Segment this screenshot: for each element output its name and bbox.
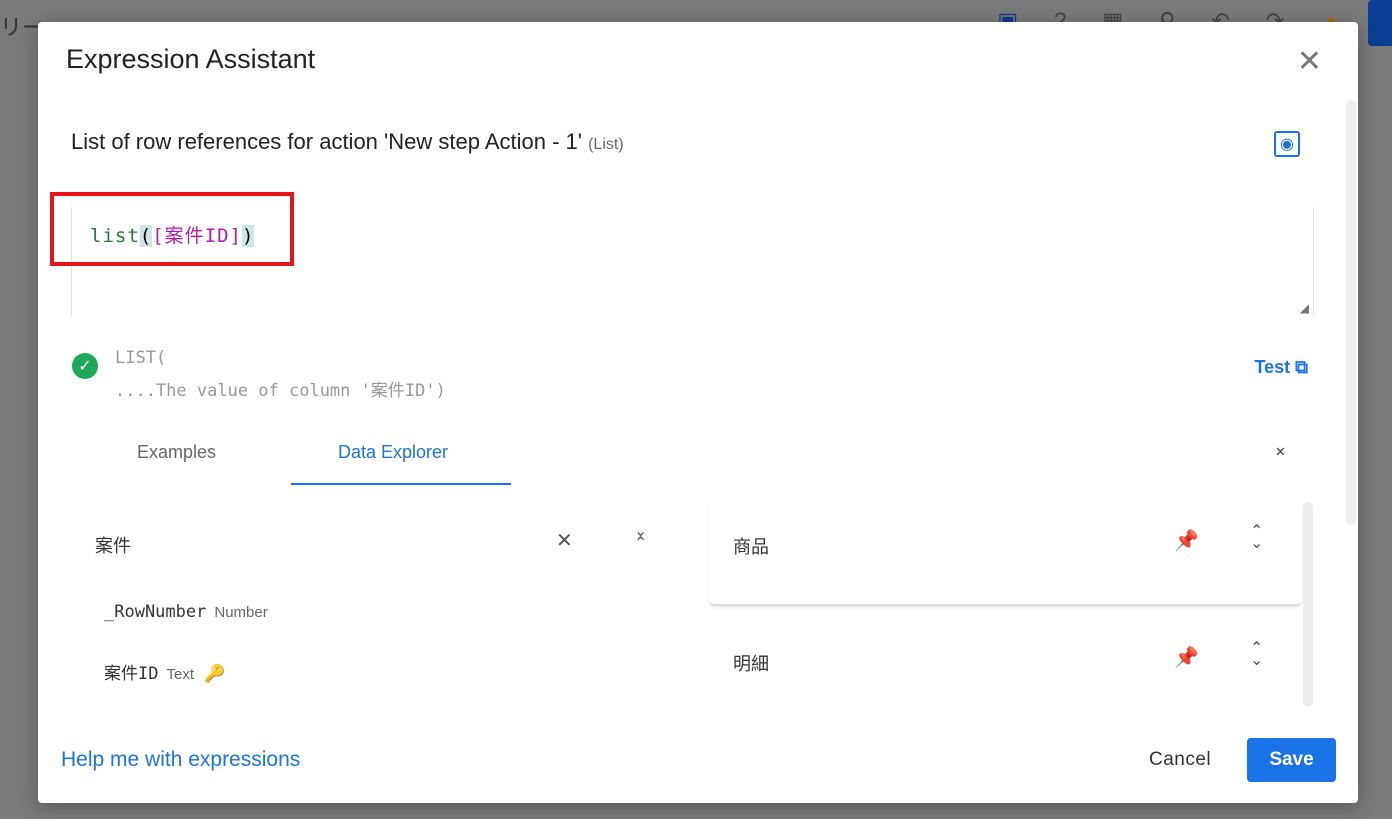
test-label: Test [1254,357,1291,377]
field-name: 案件ID [104,664,159,684]
expand-table-icon[interactable]: ⌃ ⌄ [1250,524,1263,552]
tab-examples[interactable]: Examples [137,442,216,463]
context-type: (List) [588,136,624,153]
expand-table-icon[interactable]: ⌃ ⌄ [1250,641,1263,669]
pin-icon[interactable]: 📌 [1174,528,1199,553]
table-name-meisai[interactable]: 明細 [733,650,769,676]
table-name-shohin[interactable]: 商品 [733,533,769,559]
test-button[interactable]: Test ⧉ [1254,357,1308,378]
explorer-scrollbar[interactable] [1303,502,1313,707]
table-card-shohin [709,502,1302,606]
field-row: 案件ID Text 🔑 [104,659,225,684]
context-label: List of row references for action 'New s… [71,129,582,154]
cancel-button[interactable]: Cancel [1149,749,1211,771]
field-type: Number [214,604,268,621]
collapse-icon[interactable]: ⌄ ⌃ [1273,437,1288,467]
field-name: _RowNumber [104,602,207,622]
dialog-scrollbar[interactable] [1346,100,1356,525]
open-in-new-icon: ⧉ [1295,357,1308,377]
highlight-annotation-box [50,192,294,266]
tab-data-explorer[interactable]: Data Explorer [338,442,448,463]
dialog-title: Expression Assistant [66,44,316,74]
table-name-anken[interactable]: 案件 [95,532,131,558]
unpin-icon[interactable]: ✕ [556,528,573,553]
pin-icon[interactable]: 📌 [1174,645,1199,670]
check-circle-icon: ✓ [72,353,98,379]
save-button[interactable]: Save [1247,738,1336,782]
expression-description: LIST( ....The value of column '案件ID') [115,342,446,408]
close-icon[interactable]: ✕ [1297,44,1322,79]
resize-handle-icon[interactable]: ◢ [1300,301,1309,315]
active-tab-indicator [291,483,511,485]
key-icon: 🔑 [204,664,226,684]
description-line: LIST( [115,348,167,368]
expression-context: List of row references for action 'New s… [71,129,624,155]
collapse-table-icon[interactable]: ⌄ ⌃ [634,524,647,552]
background-button [1368,0,1392,46]
expression-assistant-dialog: Expression Assistant ✕ List of row refer… [38,22,1358,803]
field-type: Text [166,666,194,683]
tabs: Examples Data Explorer [38,432,518,486]
eye-icon[interactable]: ◉ [1274,131,1300,157]
help-link[interactable]: Help me with expressions [61,748,300,772]
description-line: ....The value of column '案件ID') [115,381,446,401]
field-row: _RowNumber Number [104,602,268,622]
